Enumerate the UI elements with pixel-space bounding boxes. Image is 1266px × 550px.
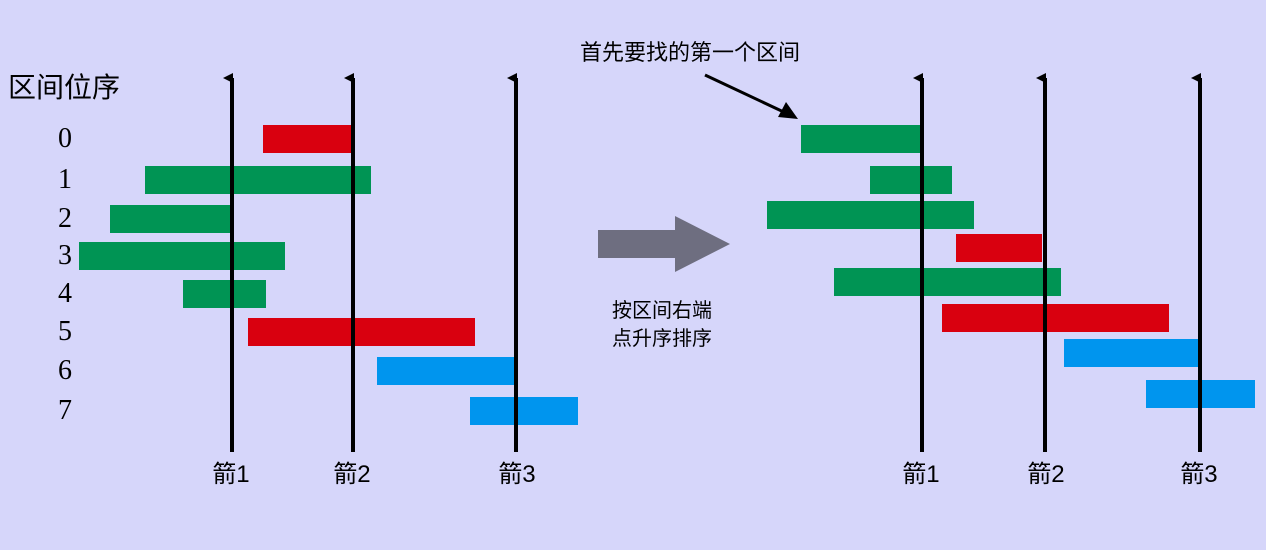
interval-bar-green	[767, 201, 974, 229]
row-index-label: 1	[58, 164, 72, 195]
arrow-label: 箭3	[1180, 461, 1217, 488]
callout-pointer-arrow	[704, 73, 798, 119]
right-arrow-icon	[598, 216, 730, 272]
row-index-label: 5	[58, 316, 72, 347]
first-interval-callout: 首先要找的第一个区间	[580, 40, 800, 65]
interval-bar-red	[956, 234, 1042, 262]
interval-bar-blue	[470, 397, 578, 425]
arrow-label: 箭3	[498, 461, 535, 488]
arrow-label: 箭1	[902, 461, 939, 488]
interval-bar-green	[145, 166, 371, 194]
interval-bar-green	[834, 268, 1061, 296]
interval-bar-green	[801, 125, 922, 153]
row-index-label: 0	[58, 123, 72, 154]
interval-bar-red	[248, 318, 475, 346]
diagram-canvas: 区间位序 0 1 2 3 4 5 6 7 箭1 箭2 箭3 按区间右端 点升序排序 首先要找的第一…	[8, 40, 1255, 488]
interval-bar-green	[110, 205, 231, 233]
sort-caption-line-2: 点升序排序	[612, 327, 712, 350]
row-index-labels: 0 1 2 3 4 5 6 7	[58, 123, 72, 426]
interval-bar-green	[79, 242, 285, 270]
interval-bar-red	[263, 125, 351, 153]
row-index-label: 7	[58, 395, 72, 426]
sort-caption-line-1: 按区间右端	[612, 299, 712, 322]
interval-bar-green	[870, 166, 952, 194]
row-index-label: 3	[58, 240, 72, 271]
left-panel: 区间位序 0 1 2 3 4 5 6 7 箭1 箭2 箭3	[8, 72, 578, 488]
sort-transition: 按区间右端 点升序排序	[598, 216, 730, 350]
sorted-interval-bars	[767, 125, 1255, 408]
interval-bars	[79, 125, 578, 425]
interval-bar-red	[942, 304, 1169, 332]
row-index-label: 2	[58, 203, 72, 234]
interval-bar-blue	[377, 357, 515, 385]
row-index-label: 6	[58, 355, 72, 386]
arrow-label: 箭2	[333, 461, 370, 488]
arrow-label: 箭2	[1027, 461, 1064, 488]
row-index-header: 区间位序	[8, 72, 120, 103]
row-index-label: 4	[58, 278, 72, 309]
interval-bar-blue	[1064, 339, 1200, 367]
arrow-label: 箭1	[212, 461, 249, 488]
interval-bar-green	[183, 280, 266, 308]
